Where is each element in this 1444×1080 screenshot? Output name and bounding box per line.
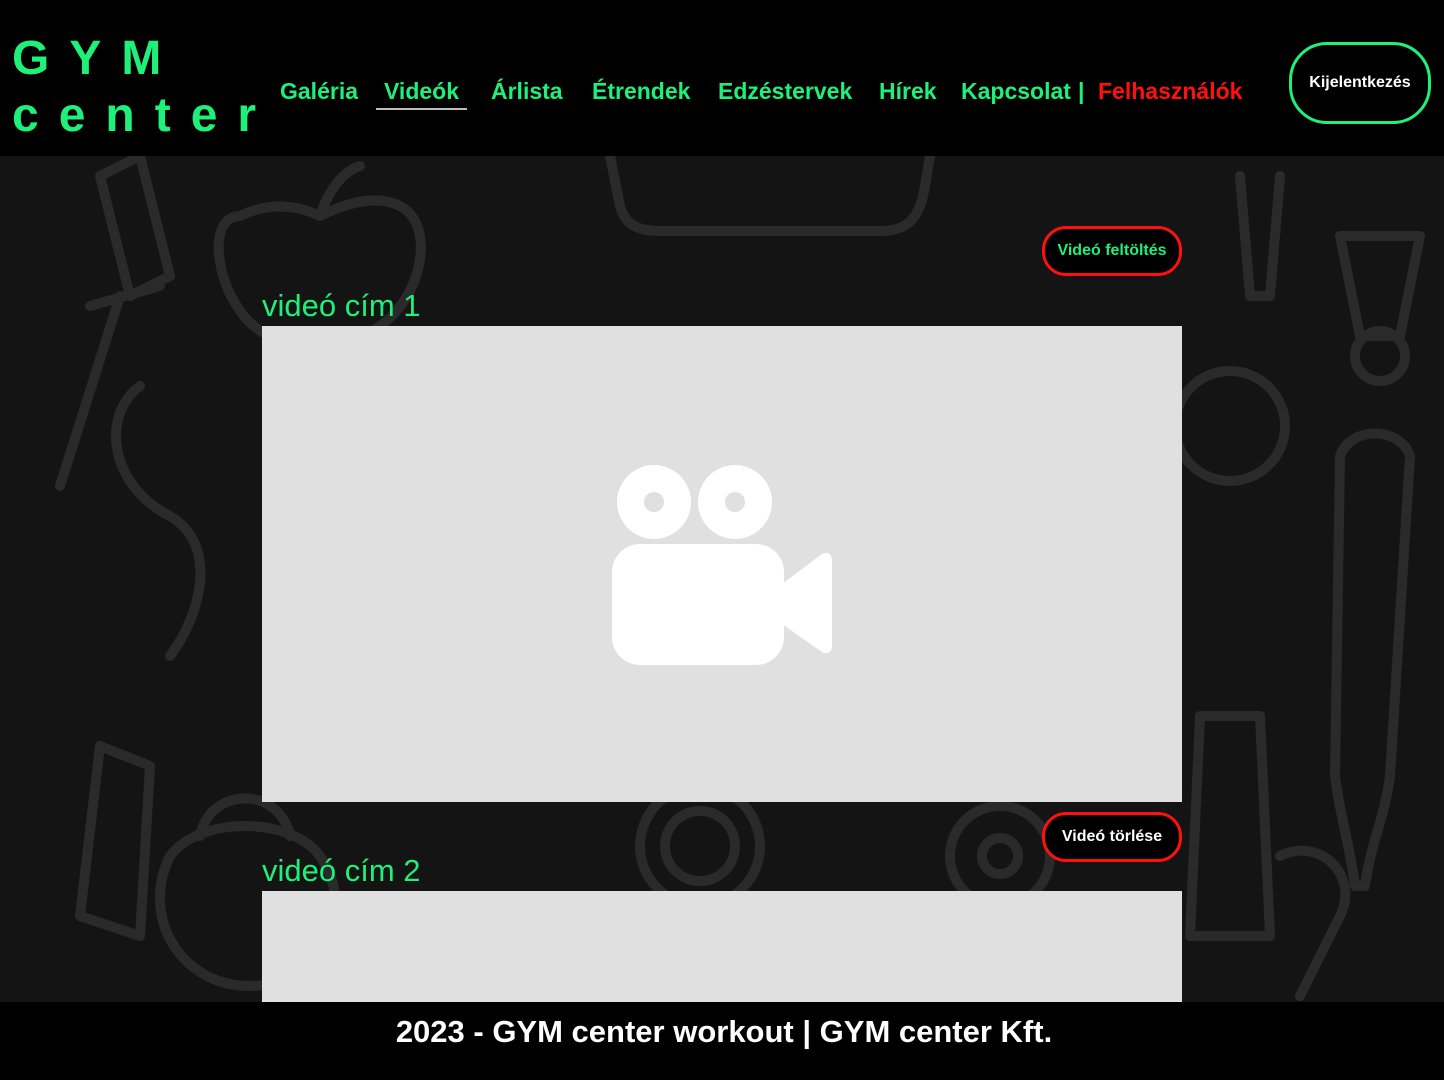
delete-video-button[interactable]: Videó törlése [1042,812,1182,862]
header: GYM center Galéria Videók Árlista Étrend… [0,0,1444,156]
footer: 2023 - GYM center workout | GYM center K… [4,1002,1444,1080]
nav-item-edzestervek[interactable]: Edzéstervek [718,74,852,108]
upload-video-button[interactable]: Videó feltöltés [1042,226,1182,276]
nav-separator: | [1078,78,1085,104]
logout-button[interactable]: Kijelentkezés [1289,42,1431,124]
nav-item-kapcsolat[interactable]: Kapcsolat [961,74,1071,108]
nav-item-etrendek[interactable]: Étrendek [592,74,690,108]
footer-text: 2023 - GYM center workout | GYM center K… [395,1014,1053,1049]
logo-line-1: GYM [12,32,182,85]
logo-line-2: center [12,89,277,142]
nav-item-arlista[interactable]: Árlista [491,74,563,108]
nav-item-felhasznalok[interactable]: Felhasználók [1098,74,1242,108]
logo[interactable]: GYM center [12,30,276,144]
nav-item-galeria[interactable]: Galéria [280,74,358,108]
video-player-1[interactable] [262,326,1182,802]
video-title-1: videó cím 1 [262,288,421,323]
video-player-2[interactable] [262,891,1182,1002]
video-camera-icon [612,465,832,665]
main-content: Videó feltöltés videó cím 1 Videó törlés… [0,156,1444,1002]
nav-item-hirek[interactable]: Hírek [879,74,937,108]
nav-item-videok[interactable]: Videók [376,74,467,110]
video-title-2: videó cím 2 [262,853,421,888]
